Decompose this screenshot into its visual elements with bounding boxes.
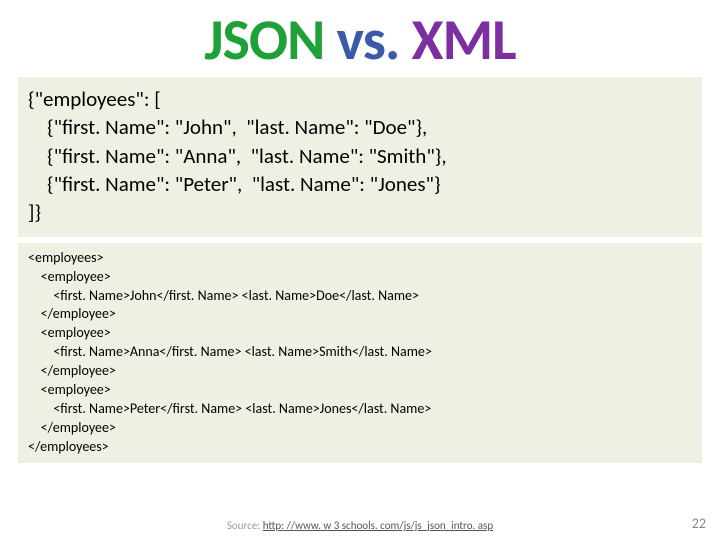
- title-json: JSON: [204, 4, 324, 75]
- page-number: 22: [692, 515, 706, 532]
- title-vs: vs.: [336, 4, 399, 75]
- json-code-block: {"employees": [ {"first. Name": "John", …: [18, 77, 702, 237]
- source-label: Source:: [227, 519, 260, 532]
- title-xml: XML: [412, 4, 516, 75]
- source-link[interactable]: http: //www. w 3 schools. com/js/js_json…: [263, 519, 493, 532]
- source-footer: Source: http: //www. w 3 schools. com/js…: [0, 519, 720, 532]
- xml-code-block: <employees> <employee> <first. Name>John…: [18, 243, 702, 463]
- slide-title: JSON vs. XML: [0, 0, 720, 75]
